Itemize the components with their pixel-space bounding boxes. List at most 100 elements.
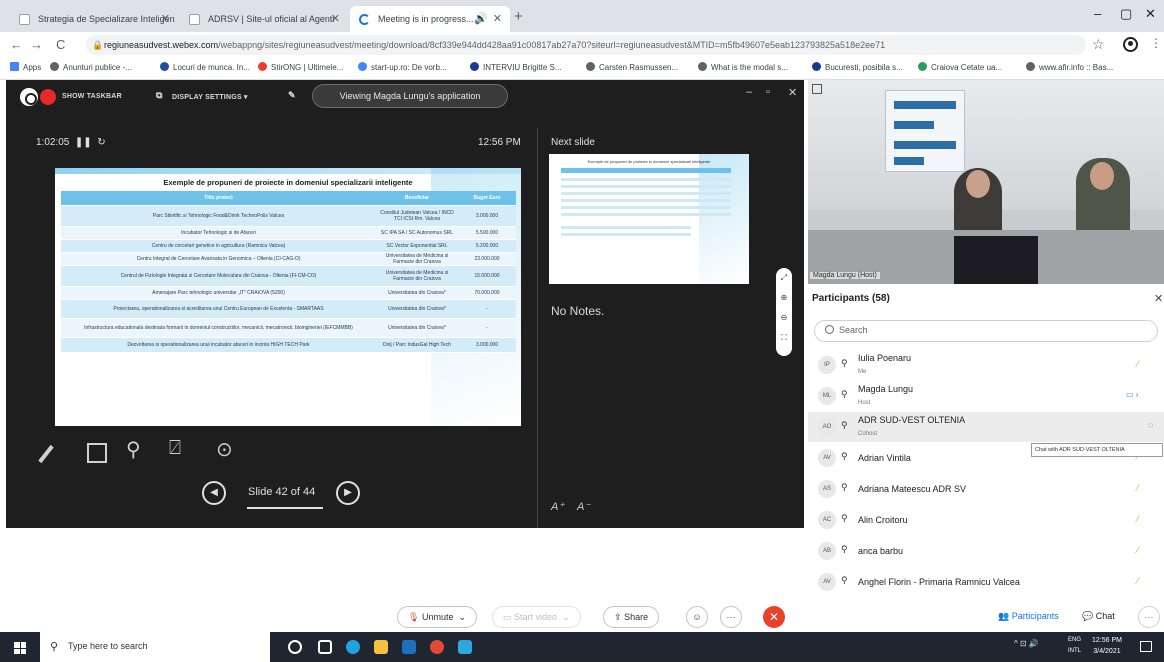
minimize-icon[interactable]: – xyxy=(746,86,752,98)
table-cell: - xyxy=(458,300,516,318)
display-settings-button[interactable]: DISPLAY SETTINGS ▾ xyxy=(172,93,248,101)
divider xyxy=(537,128,538,528)
bookmark-item[interactable]: StirONG | Ultimele... xyxy=(258,62,343,72)
browser-tab[interactable]: ADRSV | Site-ul oficial al Agenti ✕ xyxy=(180,6,348,32)
bookmark-item[interactable]: www.afir.info :: Bas... xyxy=(1026,62,1113,72)
reload-icon[interactable]: C xyxy=(56,37,65,52)
bookmark-item[interactable]: Bucuresti, posibila s... xyxy=(812,62,903,72)
bookmark-item[interactable]: Anunturi publice -... xyxy=(50,62,132,72)
table-cell: Universitatea din Craiova* xyxy=(376,287,458,299)
tray-icons[interactable]: ^ ⊡ 🔊 xyxy=(1014,639,1039,648)
bookmark-item[interactable]: INTERVIU Brigitte S... xyxy=(470,62,562,72)
viewing-banner: Viewing Magda Lungu's application xyxy=(312,84,508,108)
close-tab-icon[interactable]: ✕ xyxy=(331,6,340,32)
reactions-button[interactable]: ☺ xyxy=(686,606,708,628)
notifications-icon[interactable] xyxy=(1140,641,1152,652)
table-row: Amenajare Parc tehnologic universitar „I… xyxy=(61,287,516,300)
chrome-icon[interactable] xyxy=(430,640,444,654)
account-icon[interactable] xyxy=(1123,37,1138,52)
decrease-font-button[interactable]: A⁻ xyxy=(577,500,590,513)
bookmark-item[interactable]: What is the modal s... xyxy=(698,62,788,72)
thumbnails-icon[interactable] xyxy=(87,443,107,463)
minimize-icon[interactable]: – xyxy=(1094,6,1101,21)
next-slide-thumbnail[interactable]: Exemple de propuneri de proiecte in dome… xyxy=(549,154,749,284)
back-icon[interactable]: ← xyxy=(10,37,23,52)
next-slide-button[interactable]: ▶ xyxy=(336,481,360,505)
tab-label: ADRSV | Site-ul oficial al Agenti xyxy=(208,14,335,24)
pen-icon[interactable] xyxy=(38,444,54,464)
thumbnail-line xyxy=(561,206,731,209)
bookmark-item[interactable]: Carsten Rasmussen... xyxy=(586,62,678,72)
new-tab-icon[interactable]: + xyxy=(514,8,523,25)
unmute-button[interactable]: 🎙 Unmute ⌄ xyxy=(397,606,478,628)
participants-button[interactable]: 👥 Participants xyxy=(998,611,1059,622)
bookmark-item[interactable]: Craiova Cetate ua... xyxy=(918,62,1002,72)
search-placeholder: Search xyxy=(839,325,868,335)
task-view-icon[interactable] xyxy=(318,640,332,654)
maximize-icon[interactable]: ▫ xyxy=(766,86,770,98)
bookmark-item[interactable]: Apps xyxy=(10,62,41,72)
participant-row[interactable]: AB ⚲ anca barbu ⁄ xyxy=(808,536,1164,566)
chat-bubble-icon[interactable]: ◌ xyxy=(1148,420,1153,430)
start-video-button[interactable]: ▭ Start video ⌄ xyxy=(492,606,581,628)
url-field[interactable]: 🔒 regiuneasudvest.webex.com/webappng/sit… xyxy=(86,35,1086,55)
close-tab-icon[interactable]: ✕ xyxy=(493,6,502,32)
show-taskbar-button[interactable]: SHOW TASKBAR xyxy=(62,93,122,100)
edge-icon[interactable] xyxy=(346,640,360,654)
share-icon: ⇪ xyxy=(614,612,622,622)
close-icon[interactable]: ✕ xyxy=(1154,292,1163,305)
fit-icon[interactable]: ⤢ xyxy=(776,268,792,288)
more-options-button[interactable]: ··· xyxy=(720,606,742,628)
taskbar-search-input[interactable]: ⚲ Type here to search xyxy=(40,632,270,662)
table-header: Buget Euro xyxy=(458,191,516,205)
mail-icon[interactable] xyxy=(402,640,416,654)
participant-row[interactable]: AV ⚲ Anghel Florin - Primaria Ramnicu Valc… xyxy=(808,567,1164,597)
maximize-icon[interactable]: ▢ xyxy=(1120,6,1132,22)
search-icon[interactable]: ⚲ xyxy=(126,437,141,462)
participant-row[interactable]: IP ⚲ Iulia Poenaru Me ⁄ xyxy=(808,350,1164,380)
table-cell: Centru Integral de Cercetare Avansata in… xyxy=(61,253,376,265)
annotate-icon[interactable]: ✎ xyxy=(288,90,296,101)
webex-taskbar-icon[interactable] xyxy=(458,640,472,654)
zoom-out-icon[interactable]: ⊖ xyxy=(776,308,792,328)
thumbnail-line xyxy=(561,213,731,216)
increase-font-button[interactable]: A⁺ xyxy=(551,500,564,513)
share-button[interactable]: ⇪ Share xyxy=(603,606,660,628)
windows-start-icon[interactable] xyxy=(14,642,26,654)
participant-row[interactable]: AC ⚲ Alin Croitoru ⁄ xyxy=(808,505,1164,535)
participant-search-input[interactable]: Search xyxy=(814,320,1158,342)
leave-meeting-button[interactable]: ✕ xyxy=(763,606,785,628)
share-toolbar: SHOW TASKBAR ⧉ DISPLAY SETTINGS ▾ ✎ View… xyxy=(6,80,804,114)
close-icon[interactable]: ✕ xyxy=(788,86,797,99)
more-icon[interactable]: ⊙ xyxy=(216,437,233,462)
video-poster xyxy=(885,90,965,172)
video-layout-icon[interactable] xyxy=(812,84,822,94)
cortana-icon[interactable] xyxy=(288,640,302,654)
zoom-in-icon[interactable]: ⊕ xyxy=(776,288,792,308)
previous-slide-button[interactable]: ◀ xyxy=(202,481,226,505)
bookmark-star-icon[interactable]: ☆ xyxy=(1092,36,1105,53)
participant-row[interactable]: AS ⚲ Adriana Mateescu ADR SV ⁄ xyxy=(808,474,1164,504)
panel-more-button[interactable]: ··· xyxy=(1138,606,1160,628)
file-explorer-icon[interactable] xyxy=(374,640,388,654)
chat-button[interactable]: 💬 Chat xyxy=(1082,611,1115,622)
forward-icon[interactable]: → xyxy=(30,37,43,52)
close-tab-icon[interactable]: ✕ xyxy=(161,6,170,32)
browser-tab[interactable]: Strategia de Specializare Inteligen ✕ xyxy=(10,6,178,32)
slide-counter: Slide 42 of 44 xyxy=(248,486,316,498)
expand-icon[interactable]: ⛶ xyxy=(776,328,792,348)
bookmark-item[interactable]: Locuri de munca. In... xyxy=(160,62,250,72)
participant-row[interactable]: ML ⚲ Magda Lungu Host ▭ › xyxy=(808,381,1164,411)
input-language[interactable]: ENG INTL xyxy=(1068,635,1081,657)
browser-tab-active[interactable]: Meeting is in progress... 🔊 ✕ xyxy=(350,6,510,32)
presentation-timer: 1:02:05 ❚❚ ↻ xyxy=(36,137,106,148)
bookmark-item[interactable]: start-up.ro: De vorb... xyxy=(358,62,447,72)
taskbar-clock[interactable]: 12:56 PM 3/4/2021 xyxy=(1092,635,1122,657)
laser-pointer-icon[interactable]: ⍁ xyxy=(169,437,181,460)
participant-row[interactable]: AO ⚲ ADR SUD-VEST OLTENIA Cohost ◌ xyxy=(808,412,1164,442)
avatar: AV xyxy=(818,449,836,467)
browser-menu-icon[interactable]: ⋮ xyxy=(1150,36,1162,50)
close-window-icon[interactable]: ✕ xyxy=(1145,6,1156,22)
participant-name: Iulia Poenaru xyxy=(858,353,912,363)
chat-icon: 💬 xyxy=(1082,611,1094,621)
